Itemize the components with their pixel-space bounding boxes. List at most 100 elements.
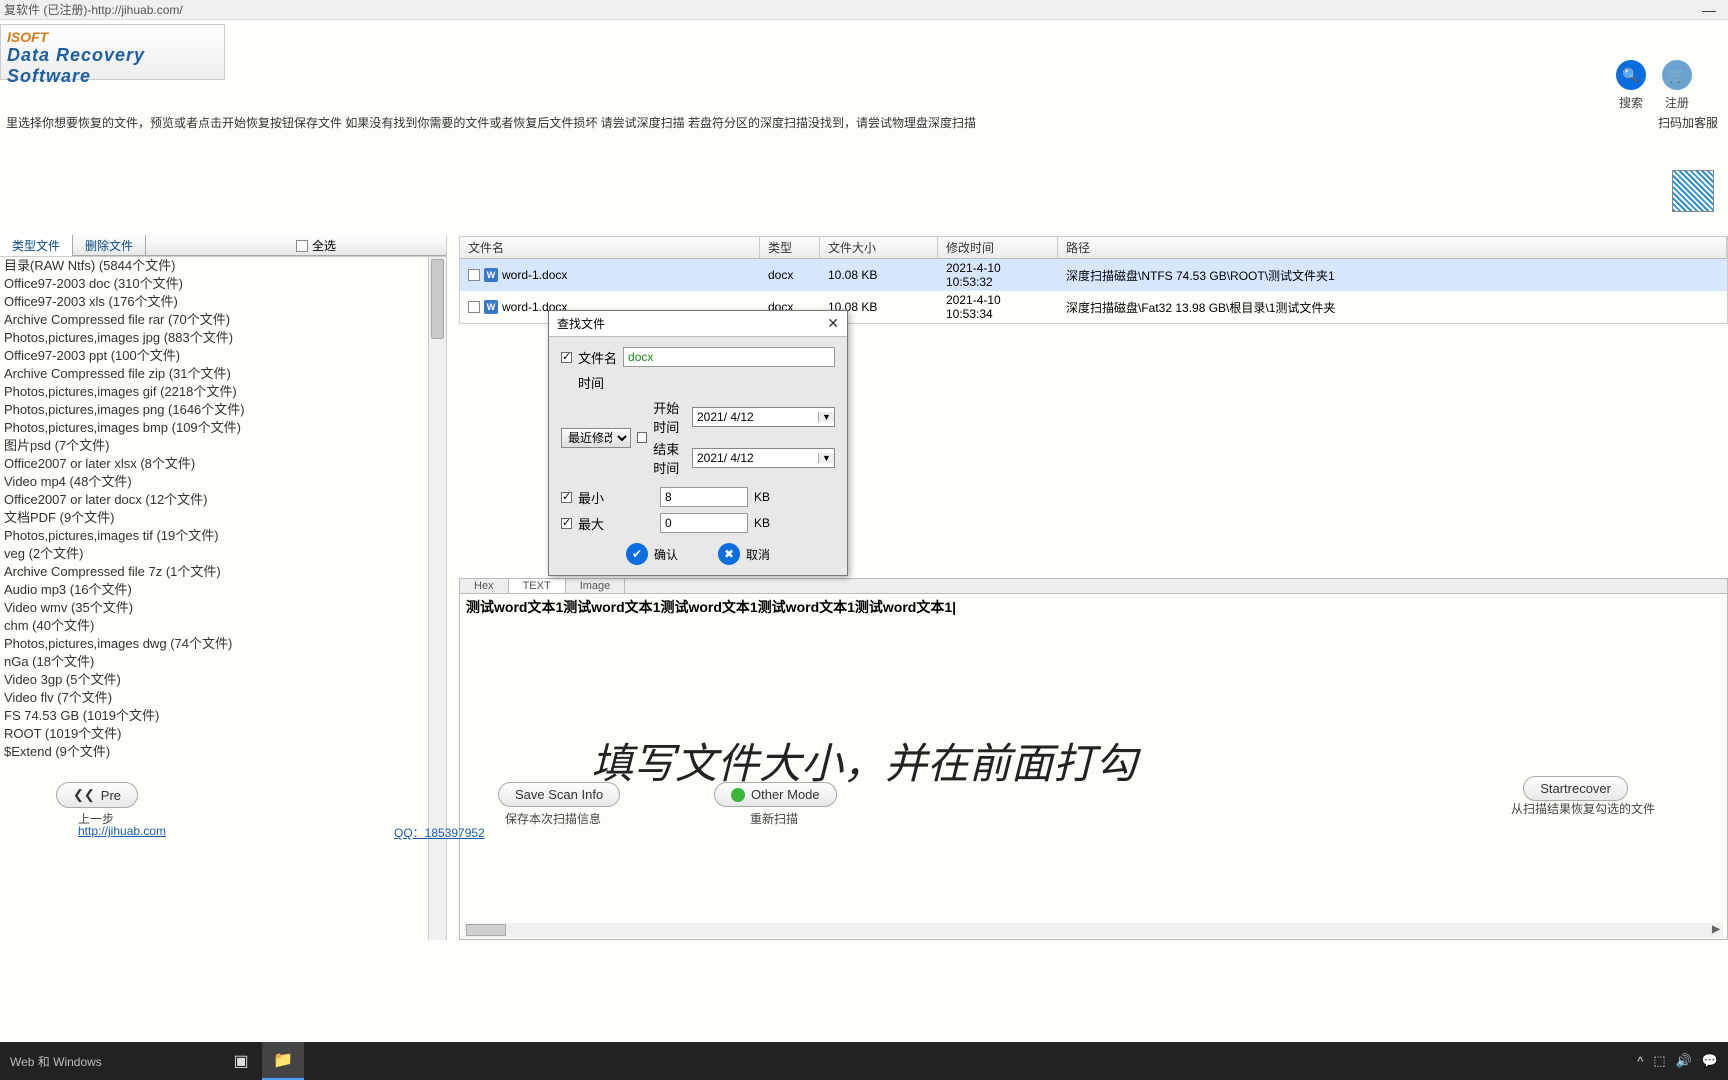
tray-volume-icon[interactable]: 🔊 <box>1676 1053 1692 1069</box>
tab-deleted-files[interactable]: 删除文件 <box>73 235 146 256</box>
tree-item[interactable]: Photos,pictures,images tif (19个文件) <box>0 527 446 545</box>
tray-network-icon[interactable]: ⬚ <box>1653 1053 1665 1069</box>
dialog-titlebar[interactable]: 查找文件 ✕ <box>549 311 847 337</box>
tree-item[interactable]: Archive Compressed file rar (70个文件) <box>0 311 446 329</box>
row-checkbox[interactable] <box>468 269 480 281</box>
tree-item[interactable]: Office2007 or later docx (12个文件) <box>0 491 446 509</box>
tagline-text: Data Recovery Software <box>7 45 218 87</box>
filename-checkbox[interactable] <box>561 352 572 363</box>
tree-item[interactable]: Audio mp3 (16个文件) <box>0 581 446 599</box>
tree-item[interactable]: 图片psd (7个文件) <box>0 437 446 455</box>
preview-hscroll[interactable]: ◀ ▶ <box>464 923 1723 937</box>
site-link[interactable]: http://jihuab.com <box>78 824 166 838</box>
col-filename[interactable]: 文件名 <box>460 237 760 258</box>
chevron-down-icon[interactable]: ▼ <box>818 412 834 422</box>
chevron-down-icon[interactable]: ▼ <box>818 453 834 463</box>
start-sublabel: 从扫描结果恢复勾选的文件 <box>1498 800 1668 817</box>
time-range-checkbox[interactable] <box>637 432 647 443</box>
save-sublabel: 保存本次扫描信息 <box>498 810 608 827</box>
search-button[interactable]: 🔍 <box>1616 60 1646 90</box>
ok-button[interactable]: ✔ 确认 <box>626 543 678 565</box>
min-size-checkbox[interactable] <box>561 492 572 503</box>
tree-item[interactable]: Photos,pictures,images dwg (74个文件) <box>0 635 446 653</box>
col-type[interactable]: 类型 <box>760 237 820 258</box>
cart-icon: 🛒 <box>1668 67 1685 84</box>
tree-item[interactable]: Photos,pictures,images gif (2218个文件) <box>0 383 446 401</box>
max-size-checkbox[interactable] <box>561 518 572 529</box>
instruction-bar: 里选择你想要恢复的文件，预览或者点击开始恢复按钮保存文件 如果没有找到你需要的文… <box>0 110 1728 132</box>
task-view-icon[interactable]: ▣ <box>220 1042 262 1080</box>
col-size[interactable]: 文件大小 <box>820 237 938 258</box>
select-all-checkbox[interactable] <box>296 240 308 252</box>
header: ISOFT Data Recovery Software 🔍 搜索 🛒 注册 <box>0 20 1728 110</box>
tree-item[interactable]: Video flv (7个文件) <box>0 689 446 707</box>
tree-item[interactable]: Archive Compressed file zip (31个文件) <box>0 365 446 383</box>
tree-item[interactable]: Photos,pictures,images png (1646个文件) <box>0 401 446 419</box>
tree-item[interactable]: nGa (18个文件) <box>0 653 446 671</box>
register-button[interactable]: 🛒 <box>1662 60 1692 90</box>
save-scan-button[interactable]: Save Scan Info <box>498 782 620 807</box>
brand-text: ISOFT <box>7 29 218 45</box>
app-icon[interactable]: 📁 <box>262 1042 304 1080</box>
start-recover-button[interactable]: Startrecover <box>1523 776 1628 801</box>
min-size-input[interactable] <box>660 487 748 507</box>
col-mtime[interactable]: 修改时间 <box>938 237 1058 258</box>
windows-taskbar[interactable]: Web 和 Windows ▣ 📁 ^ ⬚ 🔊 💬 <box>0 1042 1728 1080</box>
tree-item[interactable]: Office97-2003 doc (310个文件) <box>0 275 446 293</box>
select-all[interactable]: 全选 <box>296 237 446 254</box>
dialog-title: 查找文件 <box>557 315 605 332</box>
start-time-label: 开始时间 <box>653 398 688 436</box>
close-icon[interactable]: ✕ <box>827 315 839 332</box>
tree-item[interactable]: Photos,pictures,images jpg (883个文件) <box>0 329 446 347</box>
logo: ISOFT Data Recovery Software <box>0 24 225 80</box>
tree-item[interactable]: Photos,pictures,images bmp (109个文件) <box>0 419 446 437</box>
tree-item[interactable]: chm (40个文件) <box>0 617 446 635</box>
tree-item[interactable]: 目录(RAW Ntfs) (5844个文件) <box>0 257 446 275</box>
max-size-input[interactable] <box>660 513 748 533</box>
tree-item[interactable]: Office97-2003 xls (176个文件) <box>0 293 446 311</box>
preview-tab-text[interactable]: TEXT <box>509 579 566 593</box>
taskbar-search[interactable]: Web 和 Windows <box>0 1053 220 1070</box>
preview-text: 测试word文本1测试word文本1测试word文本1测试word文本1测试wo… <box>466 599 956 615</box>
tree-item[interactable]: veg (2个文件) <box>0 545 446 563</box>
qq-link[interactable]: QQ：185397952 <box>394 824 485 841</box>
col-path[interactable]: 路径 <box>1058 237 1727 258</box>
tray-notifications-icon[interactable]: 💬 <box>1702 1053 1718 1069</box>
time-mode-select[interactable]: 最近修改时 <box>561 428 631 448</box>
tree-item[interactable]: Video mp4 (48个文件) <box>0 473 446 491</box>
system-tray[interactable]: ^ ⬚ 🔊 💬 <box>1627 1053 1728 1069</box>
prev-button[interactable]: ❮❮ Pre <box>56 782 138 808</box>
tree-item[interactable]: FS 74.53 GB (1019个文件) <box>0 707 446 725</box>
tree-item[interactable]: Office2007 or later xlsx (8个文件) <box>0 455 446 473</box>
preview-tab-hex[interactable]: Hex <box>460 579 509 593</box>
time-label: 时间 <box>578 373 604 392</box>
other-mode-button[interactable]: Other Mode <box>714 782 837 807</box>
search-label: 搜索 <box>1616 94 1646 111</box>
instruction-right: 扫码加客服 <box>1658 114 1718 131</box>
row-checkbox[interactable] <box>468 301 480 313</box>
tree-item[interactable]: Video wmv (35个文件) <box>0 599 446 617</box>
scroll-right-icon[interactable]: ▶ <box>1709 923 1723 937</box>
start-date-input[interactable] <box>693 408 818 426</box>
tree-item[interactable]: Office97-2003 ppt (100个文件) <box>0 347 446 365</box>
filename-input[interactable] <box>623 347 835 367</box>
find-file-dialog: 查找文件 ✕ 文件名 时间 最近修改时 开始时间 ▼ 结束时间 ▼ <box>548 310 848 576</box>
tree-item[interactable]: Video 3gp (5个文件) <box>0 671 446 689</box>
tab-type-files[interactable]: 类型文件 <box>0 235 73 256</box>
left-tabs: 类型文件 删除文件 全选 <box>0 236 446 256</box>
end-time-label: 结束时间 <box>653 439 688 477</box>
tree-item[interactable]: 文档PDF (9个文件) <box>0 509 446 527</box>
search-icon: 🔍 <box>1622 67 1639 84</box>
cancel-button[interactable]: ✖ 取消 <box>718 543 770 565</box>
register-label: 注册 <box>1662 94 1692 111</box>
end-date-input[interactable] <box>693 449 818 467</box>
table-row[interactable]: Wword-1.docxdocx10.08 KB2021-4-10 10:53:… <box>460 259 1727 291</box>
tree-item[interactable]: Archive Compressed file 7z (1个文件) <box>0 563 446 581</box>
min-size-label: 最小 <box>578 488 604 507</box>
docx-icon: W <box>484 300 498 314</box>
preview-tab-image[interactable]: Image <box>566 579 626 593</box>
min-unit: KB <box>754 490 770 504</box>
filename-label: 文件名 <box>578 348 617 367</box>
minimize-button[interactable]: — <box>1694 2 1724 18</box>
tray-up-icon[interactable]: ^ <box>1637 1054 1643 1069</box>
